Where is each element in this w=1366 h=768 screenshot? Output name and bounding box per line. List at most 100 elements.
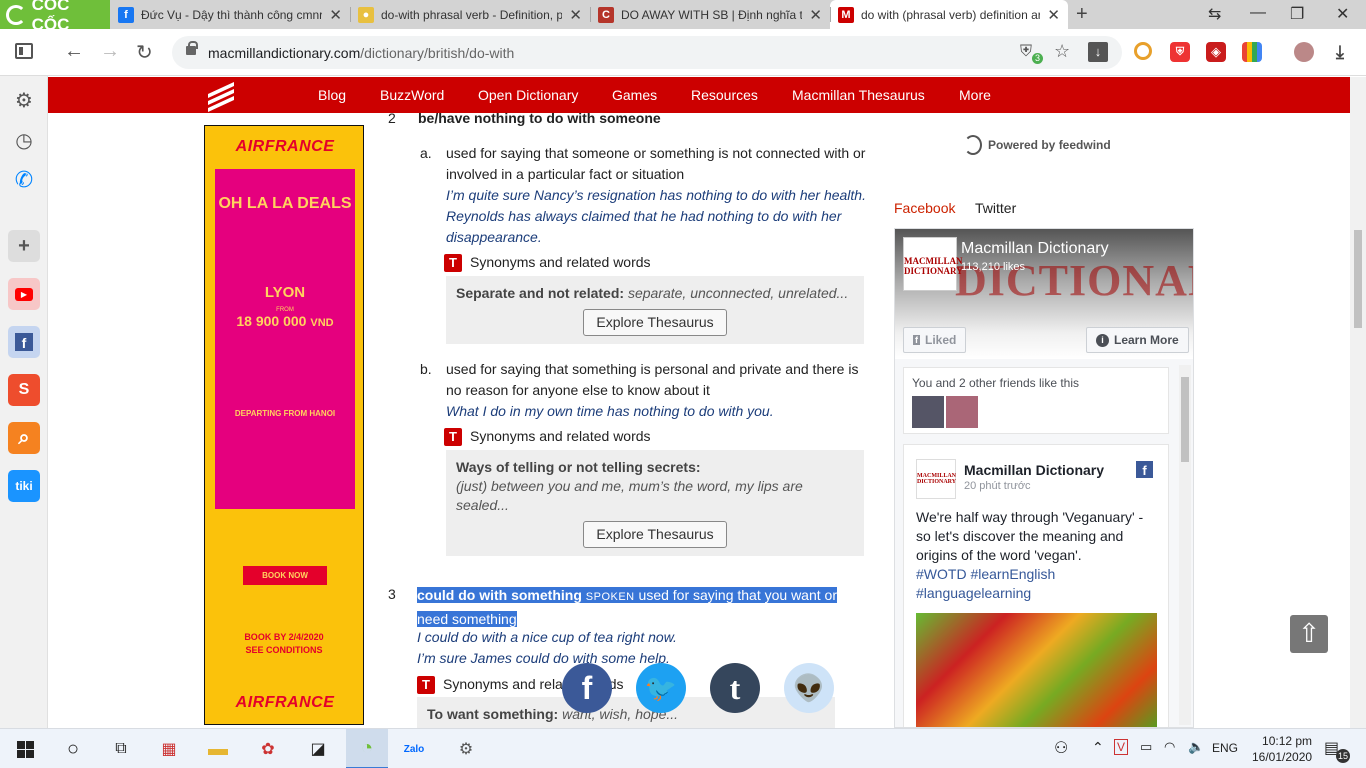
nav-resources[interactable]: Resources [691, 87, 758, 103]
macmillan-logo-icon[interactable] [208, 81, 234, 113]
nav-buzzword[interactable]: BuzzWord [380, 87, 444, 103]
fb-post-hashtags[interactable]: #WOTD #learnEnglish #languagelearning [916, 565, 1156, 603]
minimize-icon[interactable]: — [1250, 4, 1266, 22]
close-icon[interactable]: ✕ [1047, 6, 1060, 24]
profile-avatar[interactable] [1294, 42, 1314, 62]
nav-games[interactable]: Games [612, 87, 657, 103]
file-explorer-icon[interactable]: ▬ [206, 738, 230, 760]
explore-thesaurus-button[interactable]: Explore Thesaurus [583, 309, 727, 336]
thesaurus-t-icon: T [444, 427, 462, 446]
tab-do-with-definition[interactable]: ● do-with phrasal verb - Definition, p ✕ [350, 0, 590, 29]
coccoc-menu-button[interactable]: CỐC CỐC [0, 0, 110, 34]
facebook-icon[interactable]: f [1136, 461, 1153, 478]
cortana-search-icon[interactable]: ○ [62, 738, 84, 760]
synonyms-link[interactable]: T Synonyms and related words [444, 252, 651, 273]
tab-cambridge[interactable]: C DO AWAY WITH SB | Định nghĩa tro ✕ [590, 0, 830, 29]
settings-gear-icon[interactable]: ⚙ [8, 84, 40, 116]
fb-post-avatar[interactable]: MACMILLAN DICTIONARY [916, 459, 956, 499]
facebook-shortcut-icon[interactable]: f [8, 326, 40, 358]
clock[interactable]: 10:12 pm 16/01/2020 [1252, 733, 1312, 765]
fb-post-image[interactable] [916, 613, 1157, 727]
app-red-icon[interactable]: ▦ [158, 738, 180, 760]
scroll-thumb[interactable] [1354, 230, 1362, 328]
nav-more[interactable]: More [959, 87, 991, 103]
history-clock-icon[interactable]: ◷ [8, 124, 40, 156]
feedwind-credit[interactable]: Powered by feedwind [964, 135, 1111, 155]
fb-page-avatar[interactable]: MACMILLAN DICTIONARY [903, 237, 963, 291]
ad-book-now-button[interactable]: BOOK NOW [243, 566, 327, 585]
friend-avatar[interactable] [946, 396, 978, 428]
app-settings-icon[interactable]: ⚙ [454, 738, 478, 760]
fb-likes-count: 113,210 likes [961, 261, 1026, 273]
tab-facebook-feed[interactable]: Facebook [894, 200, 955, 216]
page-scrollbar[interactable] [1350, 77, 1366, 728]
coccoc-taskbar-icon[interactable]: ◔ [346, 729, 388, 768]
nav-macmillan-thesaurus[interactable]: Macmillan Thesaurus [792, 87, 925, 103]
powered-by-text: Powered by feedwind [988, 138, 1111, 152]
close-icon[interactable]: ✕ [809, 6, 822, 24]
shopee-icon[interactable]: S [8, 374, 40, 406]
wifi-icon[interactable]: ◠ [1164, 739, 1175, 755]
synonyms-label: Synonyms and related words [470, 428, 651, 444]
messenger-icon[interactable]: ✆ [8, 164, 40, 196]
windows-start-icon[interactable] [14, 738, 36, 760]
download-icon[interactable]: ⤓ [1330, 42, 1350, 62]
fb-learn-more-button[interactable]: i Learn More [1086, 327, 1189, 353]
fb-post-time[interactable]: 20 phút trước [964, 480, 1031, 492]
bookmark-star-icon[interactable]: ☆ [1054, 41, 1070, 62]
battery-icon[interactable]: ▭ [1140, 739, 1152, 755]
adblock-shield-icon[interactable]: ⛨ [1170, 42, 1190, 62]
download-arrow-icon[interactable]: ↓ [1088, 42, 1108, 62]
tiki-icon[interactable]: tiki [8, 470, 40, 502]
close-icon[interactable]: ✕ [569, 6, 582, 24]
shield-icon[interactable]: ⛨ [1020, 43, 1032, 61]
forward-arrow-icon[interactable]: → [100, 40, 120, 63]
vietnamese-input-icon[interactable]: V [1114, 739, 1129, 755]
share-reddit-icon[interactable]: 👽 [784, 663, 834, 713]
share-tumblr-icon[interactable]: t [710, 663, 760, 713]
people-icon[interactable]: ⚇ [1054, 738, 1068, 758]
explore-thesaurus-button[interactable]: Explore Thesaurus [583, 521, 727, 548]
share-facebook-icon[interactable]: f [562, 663, 612, 713]
back-to-top-arrow-icon[interactable]: ⇧ [1290, 615, 1328, 653]
url-text[interactable]: macmillandictionary.com/dictionary/briti… [208, 45, 514, 61]
synonyms-link[interactable]: T Synonyms and related words [444, 426, 651, 447]
restore-icon[interactable]: ❐ [1290, 4, 1304, 24]
friend-avatar[interactable] [912, 396, 944, 428]
extension-red-icon[interactable]: ◈ [1206, 42, 1226, 62]
nav-open-dictionary[interactable]: Open Dictionary [478, 87, 578, 103]
fb-feed-scrollbar[interactable] [1179, 365, 1191, 725]
sidebar-toggle-icon[interactable] [15, 43, 33, 59]
task-view-icon[interactable]: ⧉ [110, 738, 132, 760]
reload-icon[interactable]: ↻ [136, 40, 153, 65]
sticky-app-icon[interactable]: ◪ [306, 738, 330, 760]
language-indicator[interactable]: ENG [1212, 741, 1238, 755]
paint-icon[interactable]: ✿ [256, 738, 280, 760]
share-twitter-icon[interactable]: 🐦 [636, 663, 686, 713]
fb-liked-button[interactable]: f Liked [903, 327, 967, 353]
tab-search-icon[interactable]: ⇆ [1208, 4, 1221, 24]
url-path: /dictionary/british/do-with [360, 45, 515, 61]
tab-macmillan-active[interactable]: M do with (phrasal verb) definition ar ✕ [830, 0, 1068, 29]
youtube-icon[interactable]: ▶ [8, 278, 40, 310]
add-shortcut-icon[interactable]: + [8, 230, 40, 262]
close-icon[interactable]: ✕ [329, 6, 342, 24]
back-arrow-icon[interactable]: ← [64, 40, 84, 63]
airfrance-ad[interactable]: AIRFRANCE OH LA LA DEALS LYON FROM 18 90… [204, 125, 364, 725]
color-extension-icon[interactable] [1242, 42, 1262, 62]
tab-twitter-feed[interactable]: Twitter [975, 200, 1016, 216]
search-app-icon[interactable]: ⌕ [8, 422, 40, 454]
tray-chevron-up-icon[interactable]: ⌃ [1092, 739, 1104, 756]
nav-blog[interactable]: Blog [318, 87, 346, 103]
window-close-icon[interactable]: ✕ [1336, 4, 1349, 24]
new-tab-plus-icon[interactable]: + [1076, 3, 1088, 26]
zalo-icon[interactable]: Zalo [402, 738, 426, 760]
address-bar[interactable]: macmillandictionary.com/dictionary/briti… [172, 36, 1122, 69]
volume-icon[interactable]: 🔈 [1188, 739, 1204, 755]
scroll-thumb[interactable] [1181, 377, 1189, 462]
selected-text[interactable]: could do with something SPOKEN used for … [417, 584, 839, 630]
coccoc-extension-icon[interactable] [1134, 42, 1152, 60]
fb-page-name[interactable]: Macmillan Dictionary [961, 240, 1109, 258]
fb-post-name[interactable]: Macmillan Dictionary [964, 462, 1104, 478]
tab-facebook[interactable]: f Đức Vụ - Dậy thì thành công cmnr ✕ [110, 0, 350, 29]
